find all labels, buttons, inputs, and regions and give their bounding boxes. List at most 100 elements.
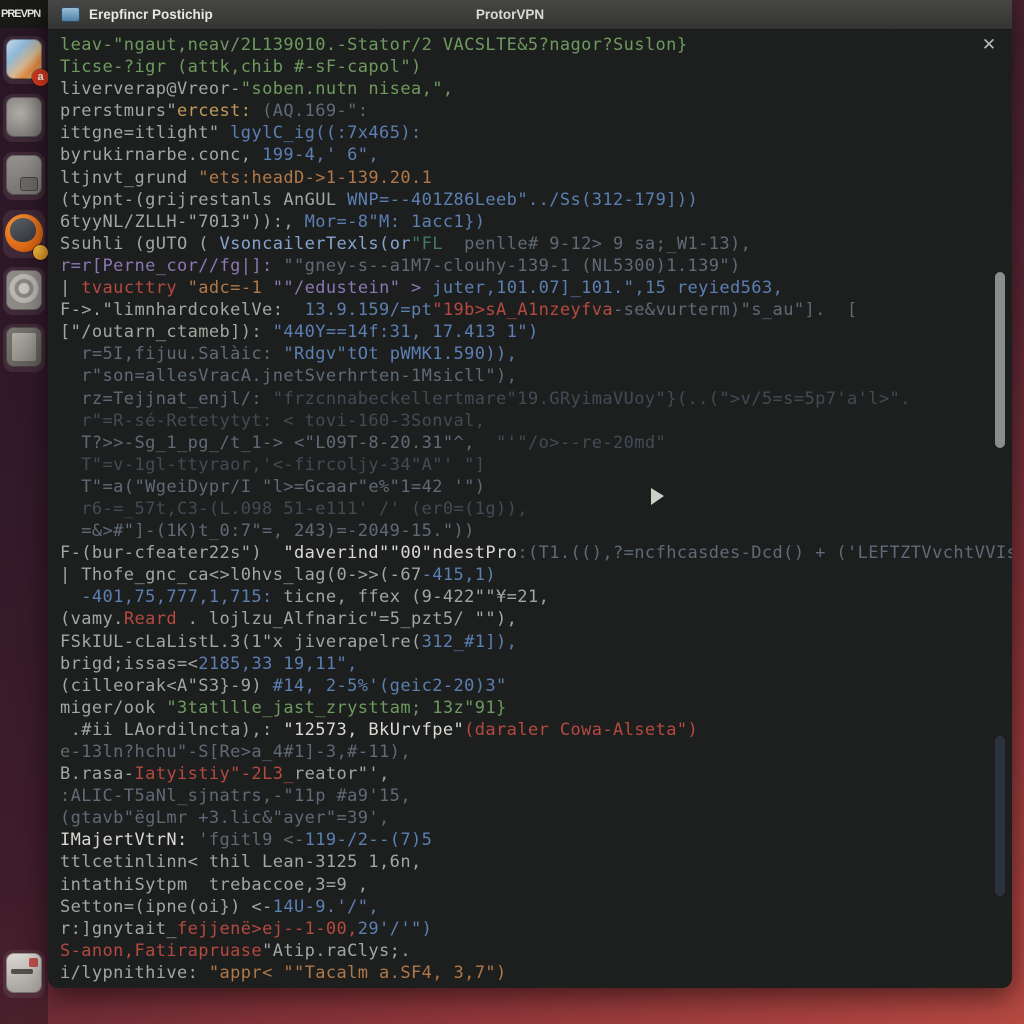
code-token: "appr< ""Tacalm a.SF4, 3,7") [208,962,507,983]
dock: a [0,28,49,1024]
printer-glyph [6,953,42,993]
code-token: IMajertVtrN: [60,830,199,851]
code-line: leav-"ngaut,neav/2L139010.-Stator/2 VACS… [60,34,1012,56]
code-token: FSkIUL-cLaListL.3(1"x jiverapelre( [60,631,422,652]
software-updater-icon[interactable] [3,210,48,260]
code-token: (gtavb"ëgLmr +3.lic&"ayer"=39', [60,808,390,829]
code-token: 312_#1]), [421,631,518,652]
printer-icon[interactable] [3,950,45,998]
code-token: r:]gnytait_ [60,918,177,939]
code-token: liververap@Vreor- [60,79,241,100]
code-line: Ssuhli (gUTO ( VsoncailerTexls(or"FL pen… [60,233,1012,255]
code-line: r=5I,fijuu.Salàic: "Rdgv"tOt pWMK1.590))… [60,343,1012,365]
code-token: "3tatllle_jast_zrysttam; 13z"91} [166,697,507,718]
code-token: e-13ln?hchu"-S[Re>a_4#1]-3,#-11), [60,742,411,762]
code-line: r=r[Perne_cor//fg|]: ""gney-s--a1M7-clou… [60,255,1012,277]
code-line: ttlcetinlinn< thil Lean-3125 1,6n, [60,851,1012,873]
code-line: prerstmurs"ercest: (AQ.169-": [60,100,1012,122]
code-line: IMajertVtrN: 'fgitl9 <-119-/2--(7)5 [60,829,1012,851]
code-token: ""gney-s--a1M7-clouhy-139-1 (NL5300)1.13… [283,255,741,276]
code-token: =&>#"]-(1K)t_0:7"=, 243)=-2049-15.")) [60,521,475,542]
code-line: T"=a("WgeiDypr/I "l>=Gcaar"e%"1=42 '") [60,476,1012,498]
folder-icon[interactable] [3,152,45,200]
main-window: Erepfincr Postichip ProtorVPN ✕ leav-"ng… [48,0,1012,988]
files-app-icon[interactable] [3,94,45,142]
code-token: "soben.nutn nisea,", [240,79,454,100]
code-line: r6-=_57t,C3-(L.098 51-e111' /' (er0=(1g)… [60,498,1012,520]
code-token: lgylC_ig((:7x465): [230,123,422,144]
code-token: rz=Tejjnat_enjl/: [60,388,273,409]
code-line: intathiSytpm trebaccoe,3=9 , [60,874,1012,896]
code-token: r"son=allesVracA.jnetSverhrten-1Msicll")… [60,366,518,387]
code-token: brigd;issas=< [60,653,199,674]
scrollbar-thumb-secondary[interactable] [995,736,1005,896]
code-token: .#ii LAordilncta),: [60,719,284,740]
code-token: :(T1.((),?=ncfhcasdes-Dcd() + ('LEFTZTVv… [517,543,1012,564]
code-line: S-anon,Fatirapruase"Atip.raClys;. [60,940,1012,962]
code-line: (gtavb"ëgLmr +3.lic&"ayer"=39', [60,807,1012,829]
code-token: juter,101.07]_101.",15 reyied563, [432,278,784,299]
code-token: r=r[Perne_cor//fg|]: [60,255,284,276]
code-token: "FL [410,233,443,254]
code-token: Setton=(ipne(oi}) <- [60,896,273,917]
code-token: 199-4,' 6", [262,145,380,166]
code-token: r"=R-sé-Retetytyt: < tovi-160-3Sonval, [60,410,486,431]
code-token: #14, 2-5%'(geic2-20)3" [272,675,507,696]
code-line: liververap@Vreor-"soben.nutn nisea,", [60,78,1012,100]
scrollbar-thumb-primary[interactable] [995,272,1005,448]
code-token: 14U-9.'/", [272,896,380,917]
code-line: =&>#"]-(1K)t_0:7"=, 243)=-2049-15.")) [60,520,1012,542]
code-line: .#ii LAordilncta),: "12573, BkUrvfpe"(da… [60,719,1012,741]
code-line: (cilleorak<A"S3}-9) #14, 2-5%'(geic2-20)… [60,675,1012,697]
code-line: i/lypnithive: "appr< ""Tacalm a.SF4, 3,7… [60,962,1012,984]
code-token: 29'/'") [357,918,433,939]
code-token: fejjenë>ej--1-00, [176,918,358,939]
code-token: 'fgitl9 <- [198,830,305,851]
code-token: VsoncailerTexls(or [219,233,411,254]
code-line: T?>>-Sg_1_pg_/t_1-> <"L09T-8-20.31"^, "'… [60,432,1012,454]
updater-badge [33,245,48,260]
code-token: 6tyyNL/ZLLH-"7013")):, [60,211,305,232]
archive-glyph [6,327,42,367]
code-token: (cilleorak<A"S3}-9) [60,675,273,696]
code-token: "frzcnnabeckellertmare"19.GRyimaVUoy"}(.… [272,388,911,409]
code-token: "19b>sA_A1nzeyfva [432,300,614,321]
code-line: :ALIC-T5aNl_sjnatrs,-"11p #a9'15, [60,785,1012,807]
code-line: B.rasa-Iatyistiy"-2L3_reator"', [60,763,1012,785]
code-token: | Thofe_gnc_ca<>l0hvs_lag(0->>(-67 [60,565,422,586]
code-token: "12573, BkUrvfpe" [283,719,465,740]
code-line: r"son=allesVracA.jnetSverhrten-1Msicll")… [60,365,1012,387]
terminal-content[interactable]: ✕ leav-"ngaut,neav/2L139010.-Stator/2 VA… [48,30,1012,988]
code-token: "'"/o>--re-20md" [474,432,667,453]
code-line: -401,75,777,1,715: ticne, ffex (9-422""¥… [60,586,1012,608]
code-token: 13.9.159/=pt [304,300,433,321]
code-line: (typnt-(grijrestanls AnGUL WNP=--401Z86L… [60,189,1012,211]
code-line: F->."limnhardcokelVe: 13.9.159/=pt"19b>s… [60,299,1012,321]
code-token: penlle# 9-12> 9 sa;_W1-13), [442,233,752,254]
code-token: (vamy. [60,609,124,630]
top-panel-app-label: PREVPN [0,0,48,28]
code-line: FSkIUL-cLaListL.3(1"x jiverapelre(312_#1… [60,631,1012,653]
code-token: ercest: [176,101,252,122]
camera-glyph [6,270,42,310]
archive-app-icon[interactable] [3,324,45,372]
code-token: | [60,278,82,299]
code-token: -se&vurterm)"s_au"]. [ [613,300,858,321]
code-token: "daverind""00"ndestPro [283,543,518,564]
code-token: i/lypnithive: [60,962,209,983]
code-line: rz=Tejjnat_enjl/: "frzcnnabeckellertmare… [60,388,1012,410]
code-line: ittgne=itlight" lgylC_ig((:7x465): [60,122,1012,144]
code-token: 2185,33 19,11", [198,653,358,674]
camera-app-icon[interactable] [3,267,45,315]
code-token: Ticse-?igr (attk,chib #-sF-capol") [60,57,422,78]
code-token: (typnt-(grijrestanls AnGUL [60,189,348,210]
close-icon[interactable]: ✕ [978,34,1000,56]
code-token: ltjnvt_grund [60,167,199,188]
code-token: "440Y==14f:31, 17.413 1") [272,322,539,343]
code-line: | tvaucttry "adc=-1 ""/edustein" > juter… [60,277,1012,299]
titlebar[interactable]: Erepfincr Postichip ProtorVPN [48,0,1012,30]
code-token: tvaucttry [81,278,188,299]
app-store-icon[interactable]: a [3,36,49,86]
code-line: Ticse-?igr (attk,chib #-sF-capol") [60,56,1012,78]
window-app-icon [61,7,80,22]
